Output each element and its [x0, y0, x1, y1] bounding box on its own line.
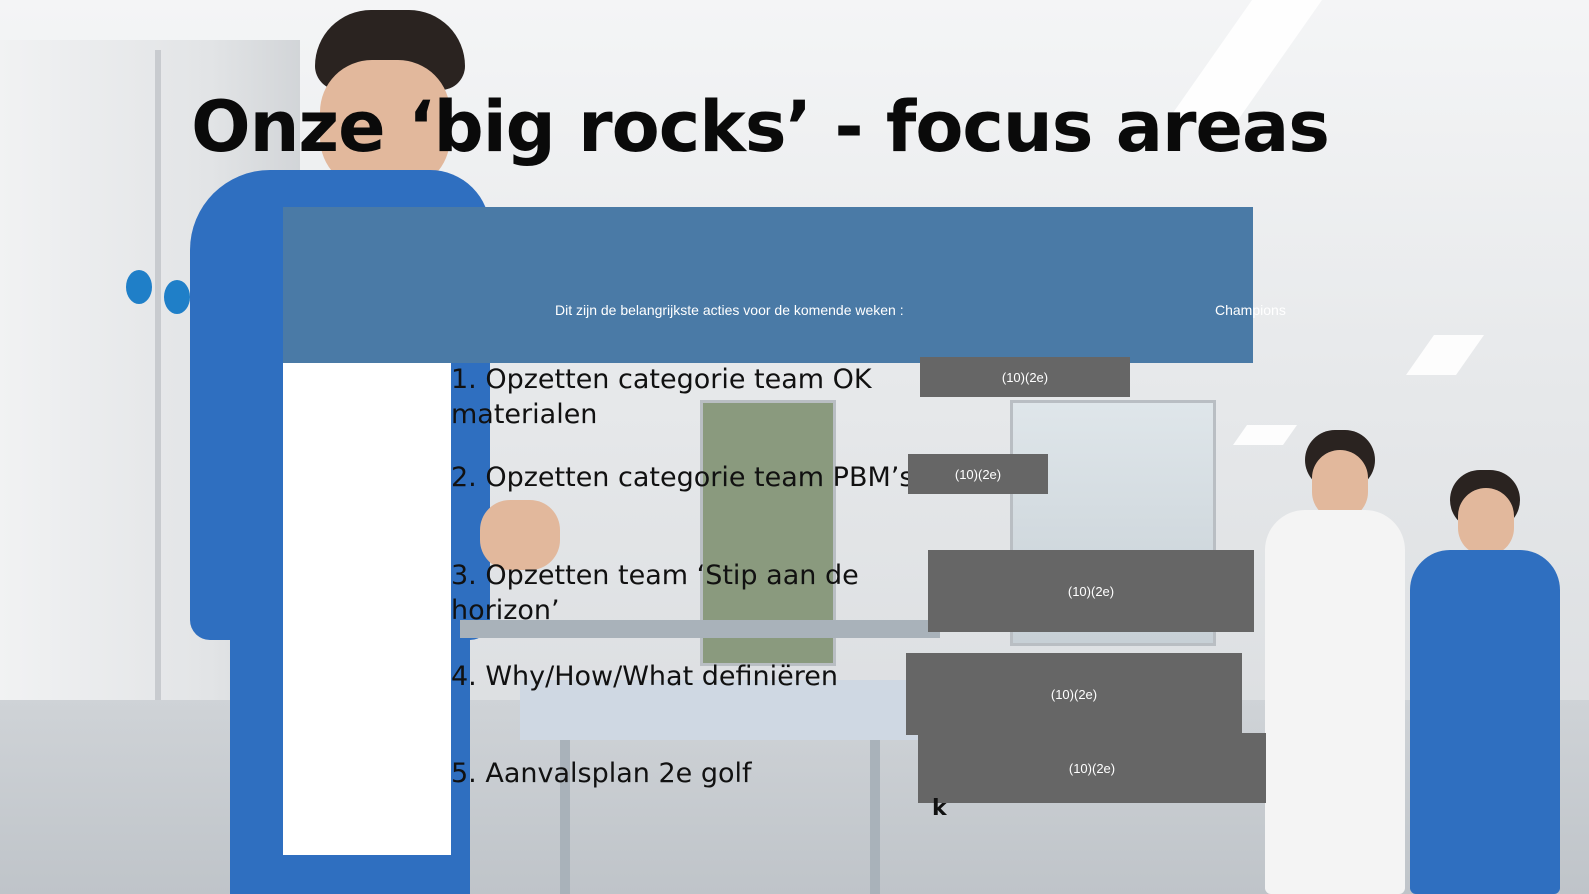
nurse-figure	[1400, 470, 1570, 894]
sign-icon	[126, 270, 152, 304]
champions-header-text: Champions	[1215, 302, 1286, 318]
action-item-3: 3. Opzetten team ‘Stip aan de horizon’	[451, 560, 859, 626]
hospital-bed	[870, 740, 880, 894]
champion-badge-2: (10)(2e)	[908, 454, 1048, 494]
action-item-4: 4. Why/How/What definiëren	[451, 661, 838, 692]
champion-badge-5: (10)(2e)	[918, 733, 1266, 803]
champion-badge-4: (10)(2e)	[906, 653, 1242, 735]
ceiling-light	[1405, 335, 1485, 375]
action-item-5: 5. Aanvalsplan 2e golf	[451, 758, 752, 789]
white-column	[283, 363, 451, 855]
doctor-figure	[1250, 430, 1420, 894]
action-item-1: 1. Opzetten categorie team OK materialen	[451, 364, 872, 430]
actions-header-text: Dit zijn de belangrijkste acties voor de…	[555, 302, 904, 318]
actions-header-box	[283, 207, 1253, 363]
champion-badge-3: (10)(2e)	[928, 550, 1254, 632]
champion-badge-1: (10)(2e)	[920, 357, 1130, 397]
action-item-2: 2. Opzetten categorie team PBM’s	[451, 462, 914, 493]
stray-text: k	[932, 796, 947, 821]
slide-title: Onze ‘big rocks’ - focus areas	[191, 86, 1330, 168]
